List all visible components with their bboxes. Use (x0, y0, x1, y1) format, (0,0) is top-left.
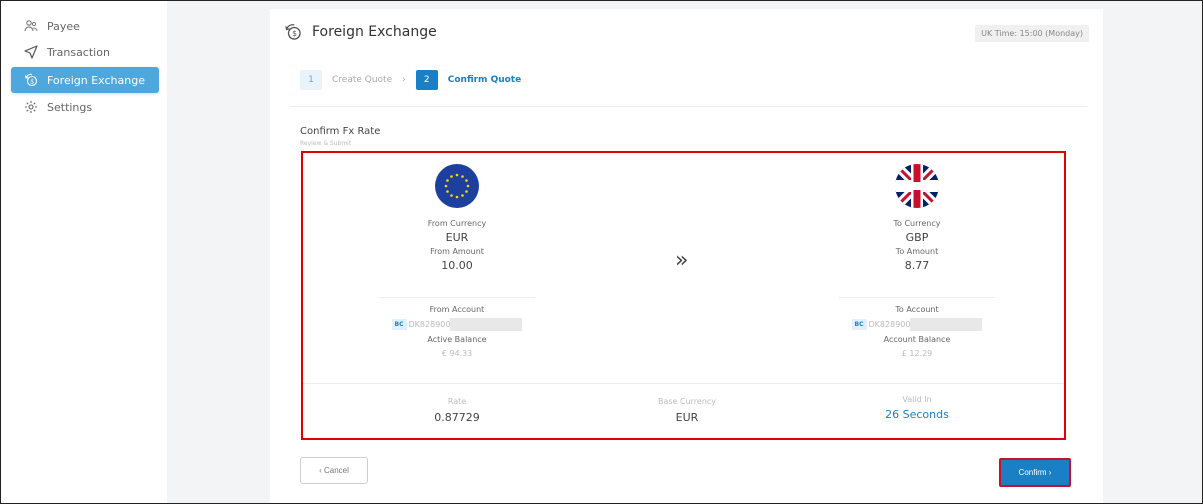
double-chevron-right-icon: » (675, 248, 689, 273)
to-account-row: BC DK828900 (839, 318, 995, 331)
sidebar-item-label: Transaction (47, 45, 110, 59)
from-amount-label: From Amount (430, 247, 484, 256)
sidebar-item-payee[interactable]: Payee (11, 13, 159, 39)
from-account-row: BC DK828900 (379, 318, 535, 331)
to-column: To Currency GBP To Amount 8.77 (839, 163, 995, 272)
cancel-button[interactable]: ‹ Cancel (300, 457, 368, 484)
uk-time-badge: UK Time: 15:00 (Monday) (975, 25, 1089, 42)
bank-badge: BC (851, 319, 867, 330)
from-balance-value: € 94.33 (441, 349, 473, 358)
valid-in-value: 26 Seconds (885, 408, 949, 421)
step-2-number[interactable]: 2 (415, 70, 438, 90)
section-subtitle: Review & Submit (300, 140, 352, 147)
sidebar-item-transaction[interactable]: Transaction (11, 39, 159, 65)
to-account-label: To Account (895, 305, 939, 314)
to-amount-value: 8.77 (904, 259, 930, 272)
redacted-account (450, 318, 523, 331)
sidebar-item-foreign-exchange[interactable]: $ Foreign Exchange (11, 67, 159, 93)
base-currency-label: Base Currency (657, 397, 717, 406)
quote-summary-box: From Currency EUR From Amount 10.00 From… (301, 151, 1066, 440)
from-account-label: From Account (429, 305, 485, 314)
stepper: 1 Create Quote › 2 Confirm Quote (300, 70, 521, 90)
from-currency-value: EUR (445, 231, 469, 244)
sidebar-item-label: Settings (47, 100, 93, 114)
send-icon (23, 44, 39, 60)
page-title: Foreign Exchange (312, 24, 437, 40)
to-currency-label: To Currency (893, 219, 941, 228)
exchange-icon: $ (284, 23, 302, 41)
rate-label: Rate (447, 397, 467, 406)
sidebar-item-label: Payee (47, 19, 80, 33)
from-amount-value: 10.00 (441, 259, 473, 272)
from-account-number: DK828900 (408, 320, 451, 329)
rate-value: 0.87729 (434, 411, 480, 424)
valid-in-label: Valid In (902, 395, 932, 404)
valid-in-block: Valid In 26 Seconds (839, 395, 995, 421)
step-1-number[interactable]: 1 (300, 70, 322, 90)
eu-flag-icon (379, 163, 535, 209)
redacted-account (910, 318, 983, 331)
divider (303, 383, 1064, 384)
to-balance-label: Account Balance (883, 335, 951, 344)
divider (839, 297, 995, 298)
to-currency-value: GBP (905, 231, 929, 244)
to-account-number: DK828900 (868, 320, 911, 329)
svg-text:$: $ (30, 78, 34, 85)
section-title: Confirm Fx Rate (300, 126, 381, 137)
rate-block: Rate 0.87729 (379, 397, 535, 424)
to-balance-value: £ 12.29 (901, 349, 933, 358)
divider (290, 106, 1087, 107)
users-icon (23, 18, 39, 34)
gear-icon (23, 99, 39, 115)
from-balance-label: Active Balance (427, 335, 487, 344)
to-account-block: To Account BC DK828900 Account Balance £… (839, 305, 995, 358)
sidebar: Payee Transaction $ Foreign Exchange Set… (1, 1, 167, 503)
sidebar-item-label: Foreign Exchange (47, 73, 145, 87)
step-1-label[interactable]: Create Quote (332, 75, 392, 85)
chevron-right-icon: › (402, 75, 406, 85)
bank-badge: BC (391, 319, 407, 330)
step-2-label[interactable]: Confirm Quote (448, 75, 521, 85)
from-column: From Currency EUR From Amount 10.00 (379, 163, 535, 272)
base-currency-value: EUR (675, 411, 699, 424)
uk-flag-icon (839, 163, 995, 209)
from-currency-label: From Currency (427, 219, 487, 228)
exchange-icon: $ (23, 72, 39, 88)
page-header: $ Foreign Exchange (284, 23, 437, 41)
from-account-block: From Account BC DK828900 Active Balance … (379, 305, 535, 358)
fx-card: $ Foreign Exchange UK Time: 15:00 (Monda… (270, 9, 1103, 504)
to-amount-label: To Amount (895, 247, 939, 256)
svg-text:$: $ (292, 29, 297, 38)
confirm-button[interactable]: Confirm › (999, 458, 1071, 487)
base-currency-block: Base Currency EUR (609, 397, 765, 424)
divider (379, 297, 535, 298)
sidebar-item-settings[interactable]: Settings (11, 94, 159, 120)
